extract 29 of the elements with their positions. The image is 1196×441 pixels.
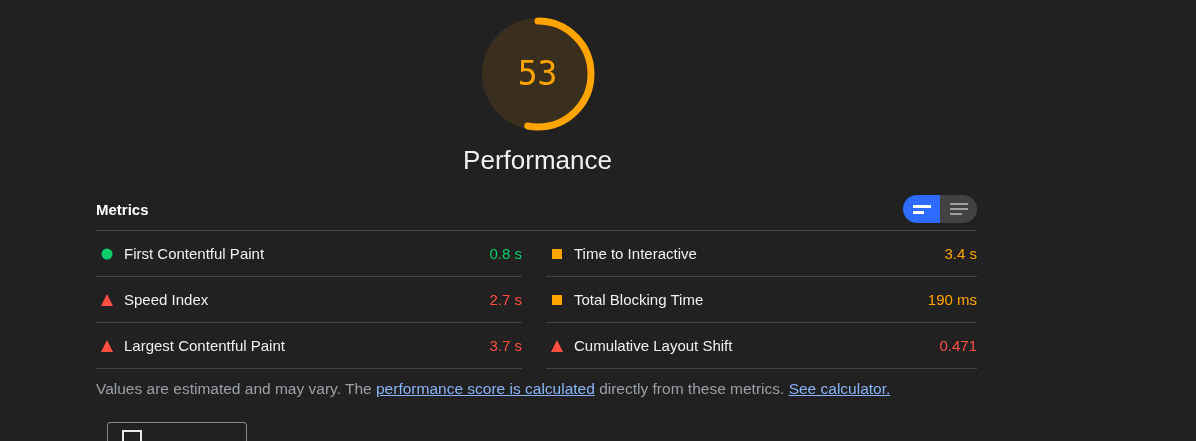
category-title: Performance: [463, 145, 612, 176]
metric-value: 0.8 s: [489, 245, 522, 262]
metric-label: Time to Interactive: [574, 245, 698, 262]
metric-value: 190 ms: [927, 291, 977, 308]
metric-value: 0.471: [939, 337, 977, 354]
list-icon: [949, 203, 968, 215]
square-icon: [551, 247, 563, 260]
triangle-icon: [551, 339, 563, 352]
square-icon: [551, 293, 563, 306]
metric-label: Total Blocking Time: [574, 291, 705, 308]
circle-icon: [101, 247, 113, 260]
metrics-heading: Metrics: [96, 200, 149, 218]
metric-value: 3.7 s: [489, 337, 522, 354]
triangle-icon: [101, 339, 113, 352]
metric-value: 2.7 s: [489, 291, 522, 308]
summary-icon: [912, 204, 931, 214]
score-value: 53: [516, 54, 559, 94]
metric-label: Speed Index: [124, 291, 210, 308]
window-icon: [122, 430, 142, 441]
metric-label: Cumulative Layout Shift: [574, 337, 734, 354]
metrics-note: Values are estimated and may vary. The performance score is calculated directly from these metrics. See calculator.: [96, 380, 892, 398]
metric-value: 3.4 s: [944, 245, 977, 262]
score-link[interactable]: performance score is calculated: [376, 380, 595, 397]
metric-label: First Contentful Paint: [124, 245, 266, 262]
triangle-icon: [101, 293, 113, 306]
calculator-link[interactable]: See calculator.: [788, 380, 891, 397]
metric-label: Largest Contentful Paint: [124, 337, 286, 354]
list-view-button[interactable]: [940, 195, 977, 223]
summary-view-button[interactable]: [903, 195, 940, 223]
